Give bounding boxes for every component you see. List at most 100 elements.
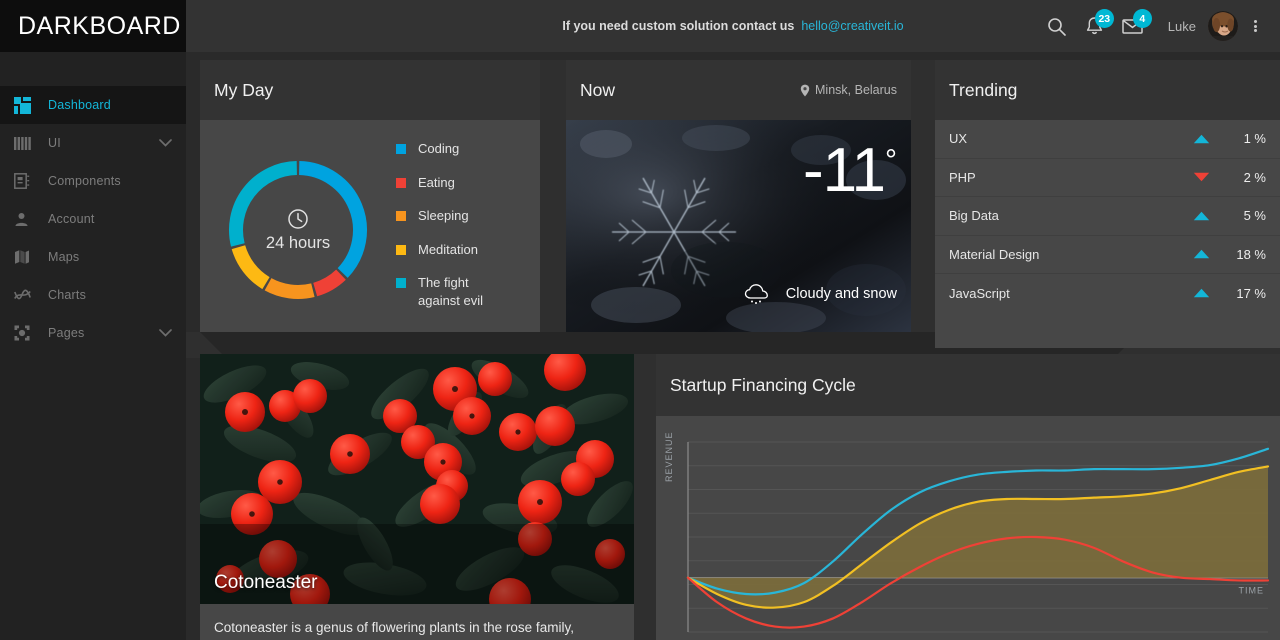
brand-logo[interactable]: DARKBOARD bbox=[0, 0, 186, 52]
now-header: Now Minsk, Belarus bbox=[566, 60, 911, 120]
legend-label: The fight against evil bbox=[418, 275, 484, 308]
cotoneaster-card: Cotoneaster Cotoneaster is a genus of fl… bbox=[200, 354, 634, 640]
legend-swatch bbox=[396, 211, 406, 222]
trend-percent: 2 % bbox=[1243, 169, 1266, 185]
brand-name: DARKBOARD bbox=[18, 11, 181, 40]
line-chart-icon bbox=[14, 285, 40, 305]
weather-condition: Cloudy and snow bbox=[742, 282, 897, 306]
legend-label: Sleeping bbox=[418, 208, 469, 224]
sidebar-item-label: Charts bbox=[48, 288, 87, 302]
table-row[interactable]: Material Design 18 % bbox=[935, 236, 1280, 274]
dashboard-app: DARKBOARD Dashboard UI Components Accoun… bbox=[0, 0, 1280, 640]
legend-swatch bbox=[396, 244, 406, 255]
my-day-body: 24 hours Coding Eating Sleeping Meditati… bbox=[200, 120, 540, 332]
legend-swatch bbox=[396, 144, 406, 154]
table-row[interactable]: Big Data 5 % bbox=[935, 197, 1280, 236]
table-row[interactable]: PHP 2 % bbox=[935, 159, 1280, 197]
sidebar-item-account[interactable]: Account bbox=[0, 200, 186, 238]
kebab-menu-icon[interactable] bbox=[1242, 7, 1268, 45]
legend-item: Eating bbox=[396, 174, 540, 192]
topbar-actions: 23 4 Luke bbox=[1038, 7, 1268, 45]
table-row[interactable]: JavaScript 17 % bbox=[935, 274, 1280, 313]
legend-item: Sleeping bbox=[396, 207, 540, 225]
card-title: Now bbox=[580, 79, 616, 100]
weather-condition-text: Cloudy and snow bbox=[785, 286, 897, 302]
donut-center-label: 24 hours bbox=[233, 208, 363, 253]
trend-name: Big Data bbox=[949, 208, 999, 224]
my-day-donut-chart: 24 hours bbox=[200, 128, 396, 332]
now-weather-card: Now Minsk, Belarus -11 ° Cloudy and snow bbox=[566, 60, 911, 332]
berries-photo bbox=[200, 354, 634, 604]
trend-up-icon bbox=[1188, 288, 1214, 298]
sidebar: DARKBOARD Dashboard UI Components Accoun… bbox=[0, 0, 186, 640]
sidebar-item-label: Account bbox=[48, 212, 95, 226]
notifications-button[interactable]: 23 bbox=[1076, 7, 1114, 45]
sidebar-item-dashboard[interactable]: Dashboard bbox=[0, 86, 186, 124]
trend-up-icon bbox=[1188, 134, 1214, 144]
table-row[interactable]: UX 1 % bbox=[935, 120, 1280, 159]
topbar: If you need custom solution contact us h… bbox=[186, 0, 1280, 52]
cotoneaster-photo: Cotoneaster bbox=[200, 354, 634, 604]
legend-swatch bbox=[396, 177, 406, 188]
cotoneaster-description: Cotoneaster is a genus of flowering plan… bbox=[214, 620, 574, 640]
donut-segment[interactable] bbox=[264, 278, 315, 299]
chevron-down-icon bbox=[159, 329, 172, 337]
chevron-down-icon bbox=[159, 139, 172, 147]
person-icon bbox=[14, 209, 40, 229]
sidebar-item-label: Components bbox=[48, 174, 121, 188]
weather-location-text: Minsk, Belarus bbox=[815, 83, 897, 97]
financing-plot-area: REVENUE TIME bbox=[656, 416, 1280, 640]
notifications-badge: 23 bbox=[1094, 9, 1114, 28]
financing-chart-card: Startup Financing Cycle REVENUE TIME bbox=[656, 354, 1280, 640]
temperature-value: -11 bbox=[802, 136, 886, 205]
ribbon-band-top bbox=[186, 52, 1280, 60]
donut-segment[interactable] bbox=[231, 244, 270, 290]
columns-icon bbox=[14, 133, 40, 153]
location-pin-icon bbox=[800, 84, 810, 97]
content-area: My Day 24 hours Coding Eating Sleeping M… bbox=[186, 52, 1280, 640]
promo-text: If you need custom solution contact us bbox=[562, 19, 795, 33]
trend-percent: 1 % bbox=[1243, 131, 1266, 147]
donut-segment[interactable] bbox=[312, 269, 346, 297]
trend-name: JavaScript bbox=[949, 285, 1010, 301]
sidebar-item-components[interactable]: Components bbox=[0, 162, 186, 200]
donut-total-label: 24 hours bbox=[265, 233, 331, 252]
degree-symbol: ° bbox=[885, 144, 897, 177]
search-button[interactable] bbox=[1038, 7, 1076, 45]
sidebar-item-label: Pages bbox=[48, 326, 85, 340]
my-day-legend: Coding Eating Sleeping Meditation The fi… bbox=[396, 128, 540, 332]
my-day-card: My Day 24 hours Coding Eating Sleeping M… bbox=[200, 60, 540, 332]
sidebar-item-ui[interactable]: UI bbox=[0, 124, 186, 162]
search-icon bbox=[1047, 17, 1067, 36]
legend-item: Coding bbox=[396, 140, 540, 158]
cotoneaster-title: Cotoneaster bbox=[214, 572, 318, 593]
trend-up-icon bbox=[1188, 249, 1214, 259]
card-title: Startup Financing Cycle bbox=[670, 374, 856, 395]
weather-location: Minsk, Belarus bbox=[800, 83, 897, 97]
legend-label: Eating bbox=[418, 174, 455, 190]
trend-up-icon bbox=[1188, 211, 1214, 221]
avatar[interactable] bbox=[1208, 11, 1238, 41]
legend-swatch bbox=[396, 278, 406, 289]
map-icon bbox=[14, 247, 40, 267]
weather-photo: -11 ° Cloudy and snow bbox=[566, 120, 911, 332]
card-title: My Day bbox=[214, 79, 274, 100]
messages-button[interactable]: 4 bbox=[1114, 7, 1152, 45]
promo-email-link[interactable]: hello@creativeit.io bbox=[801, 19, 903, 33]
chart-y-axis-label: REVENUE bbox=[664, 431, 674, 482]
financing-line-chart: REVENUE TIME bbox=[664, 431, 1270, 633]
trend-name: Material Design bbox=[949, 246, 1040, 262]
dashboard-grid-icon bbox=[14, 95, 40, 115]
clock-icon bbox=[287, 208, 309, 230]
trend-percent: 18 % bbox=[1236, 246, 1266, 262]
temperature-display: -11 ° bbox=[802, 136, 897, 205]
legend-item: The fight against evil bbox=[396, 274, 540, 309]
sidebar-nav: Dashboard UI Components Account Maps Cha… bbox=[0, 52, 186, 352]
card-title: Trending bbox=[949, 79, 1018, 100]
legend-label: Meditation bbox=[418, 241, 478, 257]
username-label: Luke bbox=[1167, 18, 1196, 34]
sidebar-item-pages[interactable]: Pages bbox=[0, 314, 186, 352]
sidebar-item-maps[interactable]: Maps bbox=[0, 238, 186, 276]
legend-label: Coding bbox=[418, 141, 460, 156]
sidebar-item-charts[interactable]: Charts bbox=[0, 276, 186, 314]
